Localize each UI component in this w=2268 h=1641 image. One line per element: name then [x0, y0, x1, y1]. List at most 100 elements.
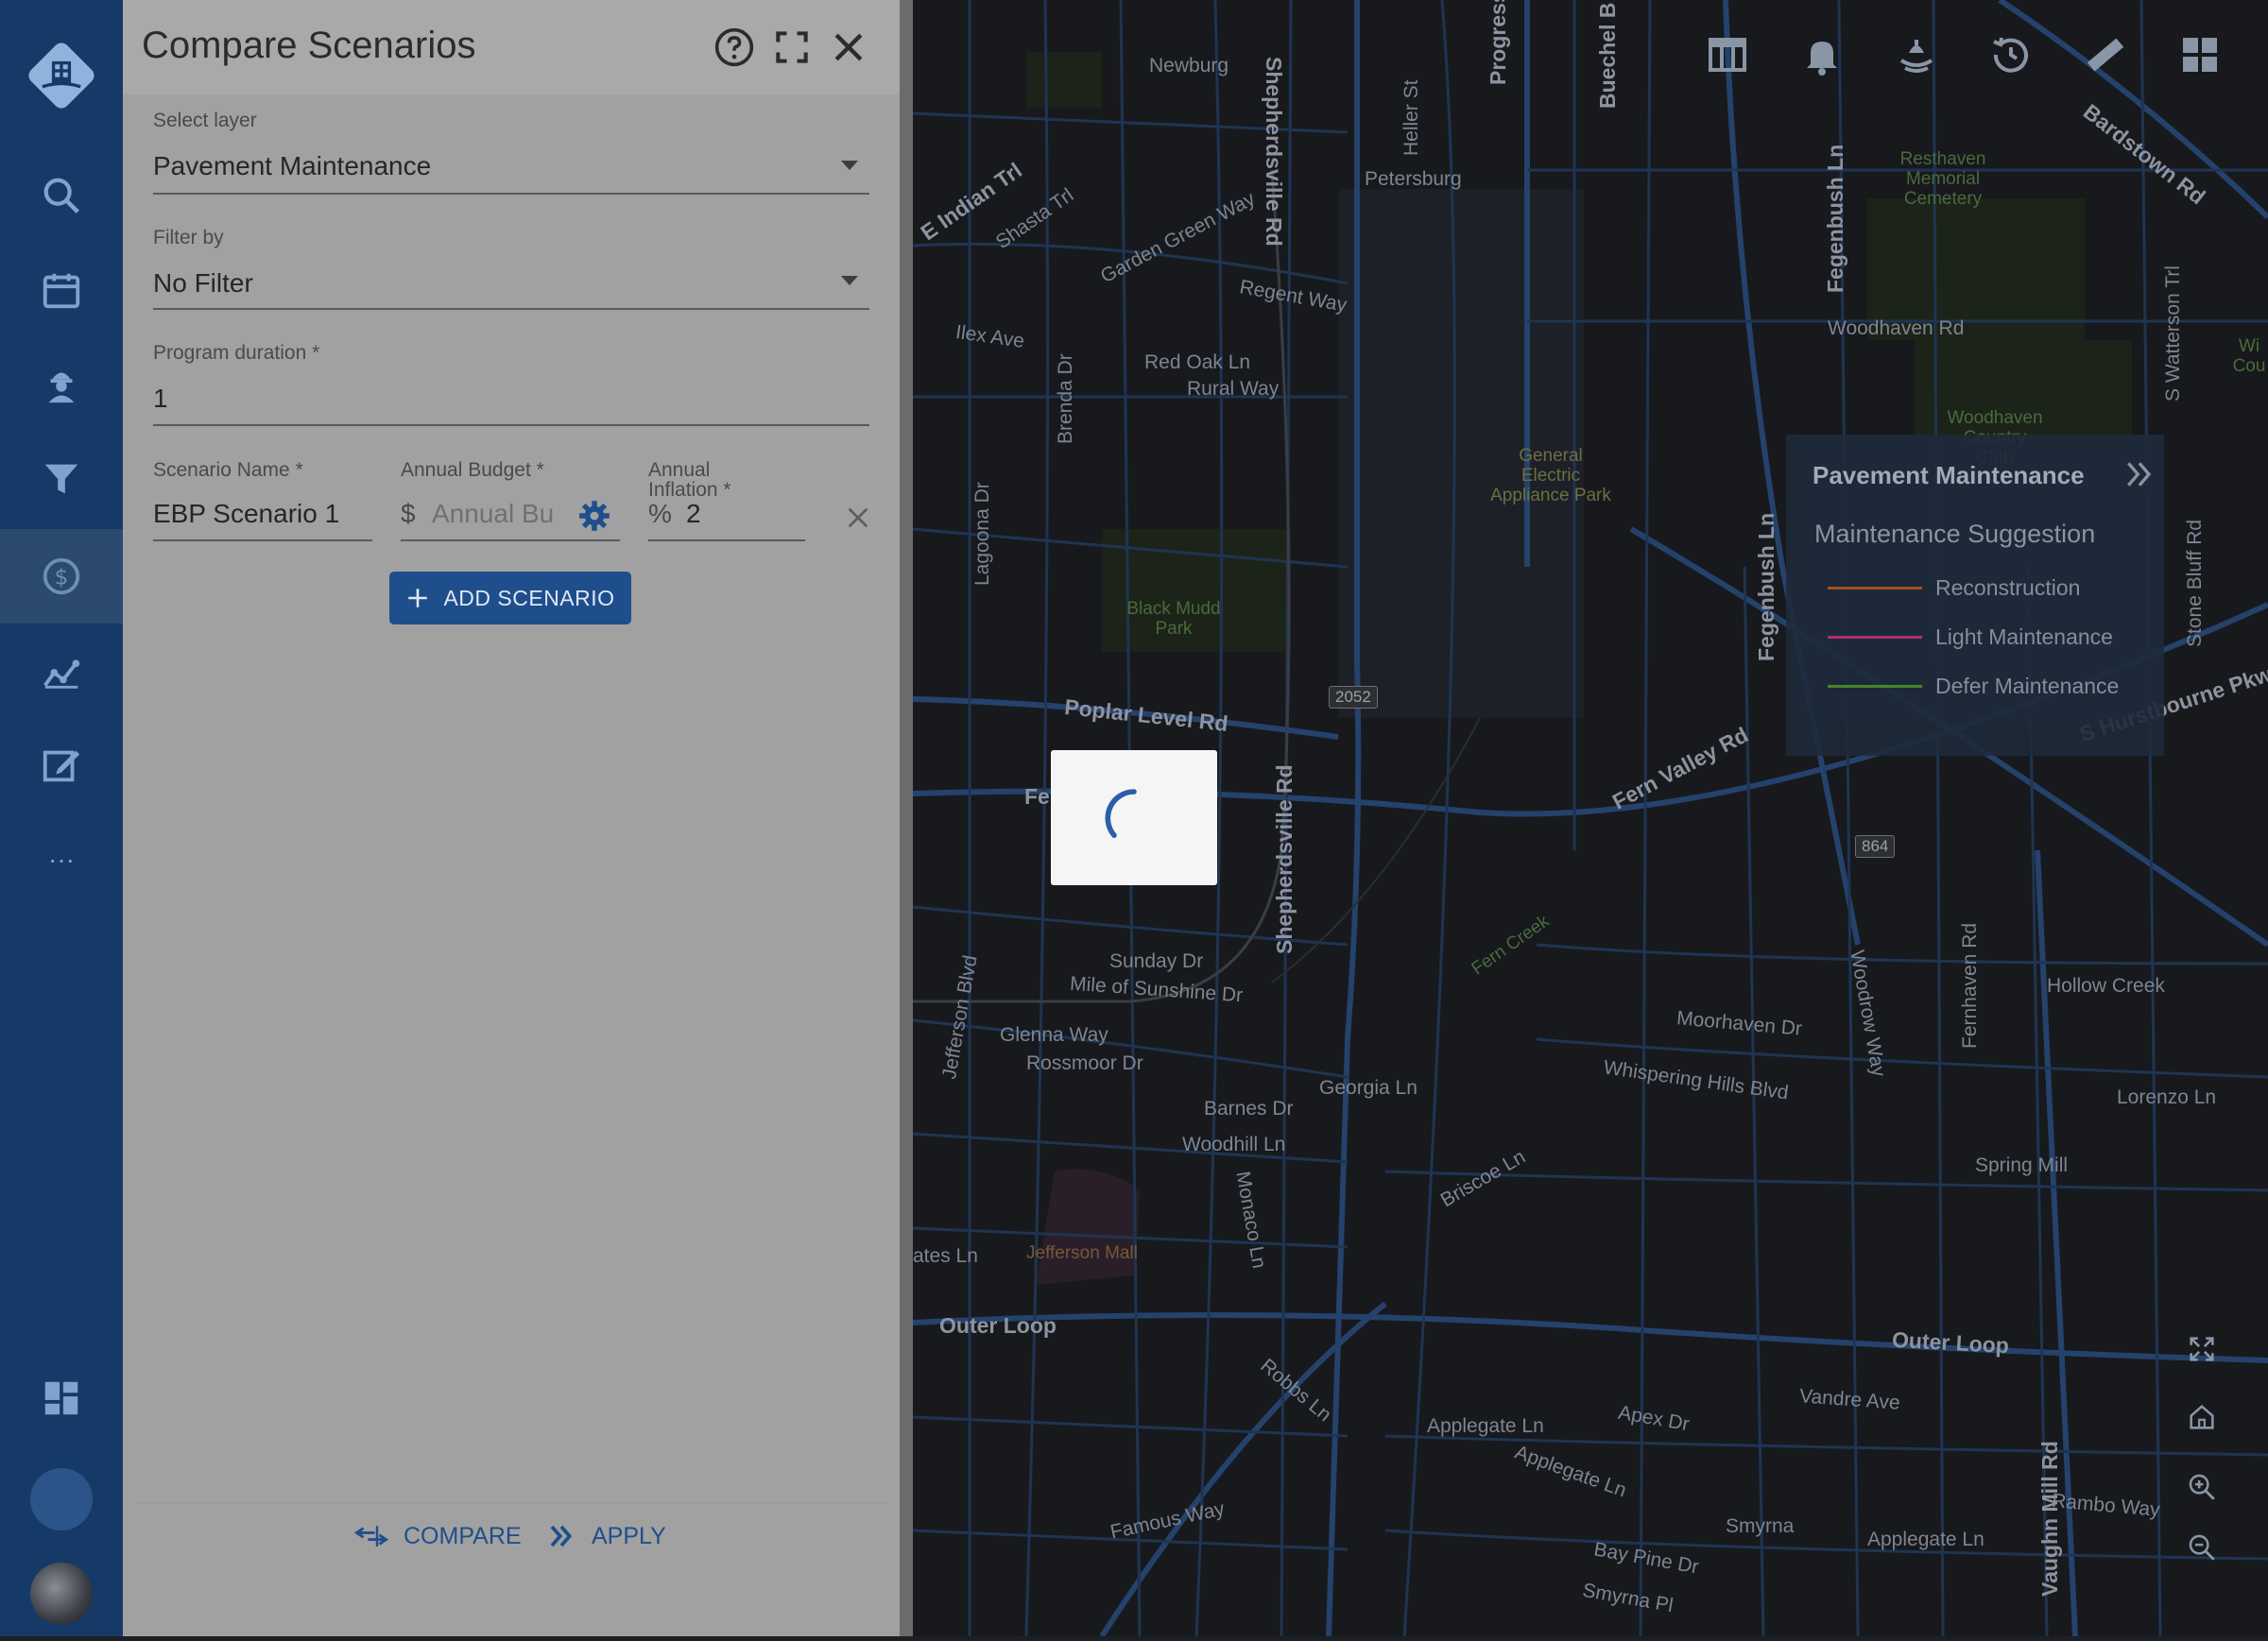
compare-icon [354, 1526, 388, 1547]
scenario-name-underline [153, 539, 372, 541]
loading-dialog [1051, 750, 1217, 885]
collapse-legend-icon[interactable] [2121, 453, 2158, 495]
home-extent-button[interactable] [2174, 1391, 2230, 1444]
worker-icon [48, 372, 75, 403]
expand-icon [2190, 1337, 2214, 1361]
inflation-prefix: % [648, 499, 672, 528]
legend-swatch [1828, 684, 1922, 688]
chevron-down-icon [841, 161, 858, 170]
map-place: Black Mudd Park [1126, 599, 1221, 639]
map-label: Applegate Ln [1427, 1415, 1544, 1437]
analytics-icon [43, 659, 80, 689]
map-label: Red Oak Ln [1144, 351, 1251, 373]
legend-item: Defer Maintenance [1828, 667, 2119, 705]
weather-button[interactable] [1879, 19, 1954, 91]
dollar-icon: $ [43, 557, 80, 595]
map-label: Georgia Ln [1319, 1077, 1418, 1099]
select-layer-underline [153, 193, 869, 195]
home-icon [2190, 1404, 2214, 1429]
annual-budget-label: Annual Budget * [401, 459, 544, 481]
compare-button[interactable]: COMPARE [354, 1517, 522, 1555]
dashboard-icon [44, 1381, 78, 1415]
nav-search[interactable] [0, 148, 123, 243]
panel-title: Compare Scenarios [142, 25, 476, 66]
map-label: Barnes Dr [1204, 1098, 1294, 1120]
map-place: Jefferson Mall [1026, 1243, 1138, 1263]
annual-inflation-underline [648, 539, 805, 541]
map-label: S Watterson Trl [2162, 265, 2184, 402]
map-label: Woodhaven Rd [1828, 317, 1965, 339]
panel-header: Compare Scenarios [123, 0, 900, 94]
left-nav: $ ··· [0, 0, 123, 1636]
annual-budget-underline [401, 539, 620, 541]
compare-scenarios-panel: Compare Scenarios Select layer Pavement … [123, 0, 900, 1636]
legend-item-label: Light Maintenance [1935, 624, 2113, 649]
table-button[interactable] [1690, 19, 1765, 91]
program-duration-underline [153, 424, 869, 426]
route-shield: 864 [1855, 835, 1896, 858]
map-label: Shepherdsville Rd [1272, 764, 1297, 954]
map-label: Rossmoor Dr [1026, 1052, 1143, 1074]
nav-edit[interactable] [0, 718, 123, 812]
nav-budget[interactable]: $ [0, 529, 123, 624]
app-logo[interactable] [0, 28, 123, 123]
map-label: Hollow Creek [2047, 975, 2165, 997]
remove-scenario-icon[interactable] [843, 503, 873, 533]
map-label: Stone Bluff Rd [2184, 519, 2206, 647]
legend-item-label: Defer Maintenance [1935, 673, 2120, 698]
nav-workers[interactable] [0, 337, 123, 432]
legend-swatch [1828, 635, 1922, 639]
expand-map-button[interactable] [2174, 1323, 2230, 1376]
zoom-in-icon [2189, 1474, 2215, 1500]
footer-divider [136, 1502, 886, 1504]
scenario-name-value: EBP Scenario 1 [153, 499, 340, 528]
map-place: Wi Cou [2232, 336, 2266, 376]
history-button[interactable] [1973, 19, 2049, 91]
filter-icon [44, 464, 78, 494]
map-label: Outer Loop [939, 1313, 1057, 1338]
apps-button[interactable] [2162, 19, 2238, 91]
map-label: Progress [1486, 0, 1510, 85]
add-scenario-button[interactable]: ADD SCENARIO [389, 572, 631, 624]
zoom-out-button[interactable] [2174, 1521, 2230, 1574]
nav-dashboard[interactable] [0, 1351, 123, 1445]
map-label: Fe [1024, 784, 1050, 809]
map-label: Applegate Ln [1867, 1529, 1984, 1550]
apply-button[interactable]: APPLY [546, 1517, 666, 1555]
close-icon[interactable] [828, 26, 869, 68]
zoom-in-button[interactable] [2174, 1461, 2230, 1513]
legend-item: Reconstruction [1828, 569, 2080, 607]
ruler-icon [2087, 38, 2124, 72]
measure-button[interactable] [2068, 19, 2143, 91]
weather-icon [1899, 40, 1933, 73]
bell-icon [1807, 42, 1837, 76]
program-duration-value: 1 [153, 384, 168, 413]
map-label: Fegenbush Ln [1823, 144, 1847, 293]
notifications-button[interactable] [1784, 19, 1860, 91]
panel-splitter[interactable] [900, 0, 913, 1636]
nav-more[interactable]: ··· [0, 812, 123, 907]
map-label: Spring Mill [1975, 1154, 2069, 1176]
map-label: Fernhaven Rd [1959, 922, 1981, 1049]
filter-by-value: No Filter [153, 268, 253, 298]
nav-circle[interactable] [0, 1452, 123, 1547]
legend-subtitle: Maintenance Suggestion [1814, 520, 2096, 548]
nav-filter[interactable] [0, 432, 123, 526]
edit-icon [43, 750, 80, 782]
user-avatar[interactable] [0, 1547, 123, 1641]
chevron-down-icon [841, 276, 858, 285]
map-label: Fegenbush Ln [1754, 512, 1778, 661]
map-label: Shepherdsville Rd [1262, 57, 1286, 247]
fullscreen-icon[interactable] [771, 26, 813, 68]
help-icon[interactable] [713, 26, 755, 68]
nav-calendar[interactable] [0, 243, 123, 337]
map-place: General Electric Appliance Park [1490, 446, 1611, 505]
gear-icon[interactable] [576, 498, 612, 534]
grid-icon [2183, 38, 2217, 72]
svg-text:$: $ [55, 566, 69, 590]
search-icon [43, 178, 79, 214]
map-label: Woodhill Ln [1182, 1134, 1286, 1155]
map-label: Glenna Way [1000, 1024, 1108, 1046]
circle-icon [30, 1468, 93, 1530]
nav-analytics[interactable] [0, 624, 123, 718]
